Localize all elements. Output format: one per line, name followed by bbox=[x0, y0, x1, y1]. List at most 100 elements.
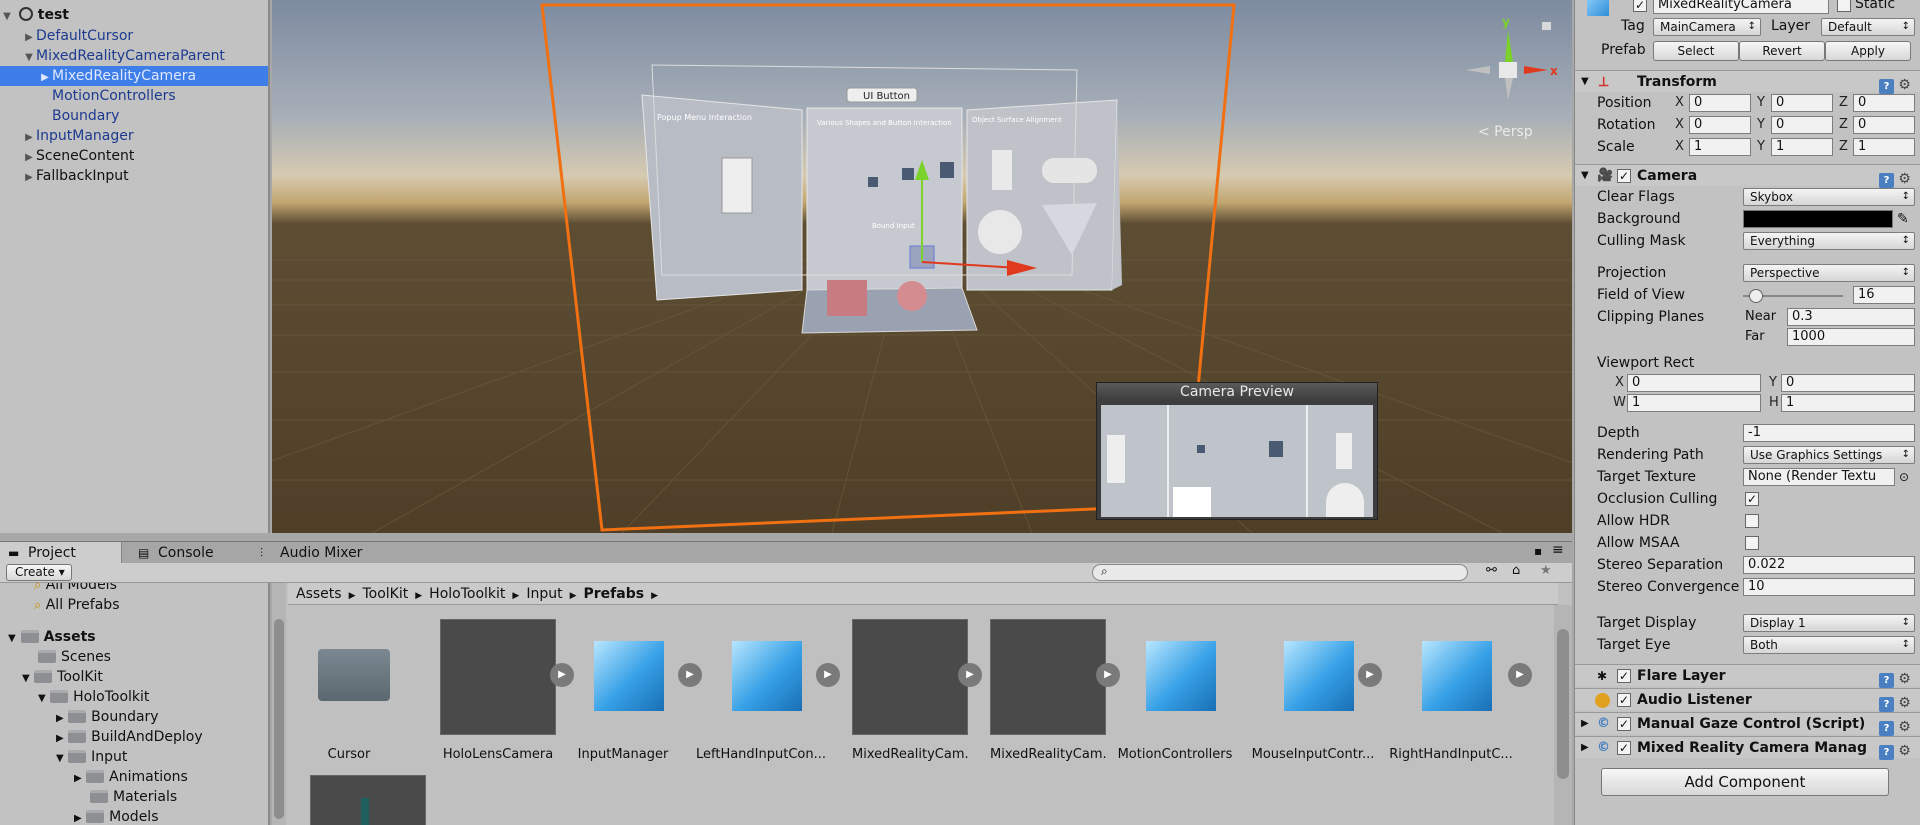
flare-layer-header[interactable]: ✱ ✓ Flare Layer ? ⚙ bbox=[1575, 664, 1920, 688]
prefab-thumbnail[interactable] bbox=[310, 775, 426, 825]
favorite-all-models[interactable]: ⌕ All Models bbox=[34, 583, 117, 595]
play-arrow-icon[interactable]: ▶ bbox=[1508, 663, 1532, 687]
tree-boundary[interactable]: ▶ Boundary bbox=[56, 707, 159, 727]
rotation-y-field[interactable]: 0 bbox=[1771, 116, 1833, 134]
collapse-arrow-icon[interactable]: ▼ bbox=[22, 673, 30, 684]
object-name-field[interactable]: MixedRealityCamera bbox=[1653, 0, 1829, 14]
tab-audio-mixer[interactable]: ⫶ Audio Mixer bbox=[252, 542, 362, 564]
play-arrow-icon[interactable]: ▶ bbox=[1358, 663, 1382, 687]
tree-animations[interactable]: ▶ Animations bbox=[74, 767, 188, 787]
breadcrumb-item[interactable]: Assets bbox=[296, 586, 342, 602]
hierarchy-item-motioncontrollers[interactable]: MotionControllers bbox=[0, 86, 268, 106]
tree-assets[interactable]: ▼ Assets bbox=[8, 627, 96, 647]
collapse-arrow-icon[interactable]: ▼ bbox=[8, 633, 16, 644]
camera-header[interactable]: ▼ 🎥 ✓ Camera ? ⚙ bbox=[1575, 164, 1920, 188]
tree-scenes[interactable]: Scenes bbox=[38, 647, 111, 667]
asset-item[interactable]: ▶ InputManager bbox=[554, 619, 702, 762]
asset-item[interactable]: Cursor bbox=[280, 619, 418, 762]
position-y-field[interactable]: 0 bbox=[1771, 94, 1833, 112]
asset-item[interactable]: ▶ MouseInputContr... bbox=[1244, 619, 1382, 762]
scale-x-field[interactable]: 1 bbox=[1689, 138, 1751, 156]
breadcrumb-item[interactable]: HoloToolkit bbox=[429, 586, 505, 602]
target-texture-field[interactable]: None (Render Textu bbox=[1743, 468, 1895, 486]
eyedropper-icon[interactable]: ✎ bbox=[1897, 208, 1909, 230]
search-input[interactable]: ⌕ bbox=[1092, 564, 1468, 581]
viewport-x-field[interactable]: 0 bbox=[1627, 374, 1761, 392]
background-color-swatch[interactable] bbox=[1743, 210, 1893, 228]
collapse-arrow-icon[interactable]: ▼ bbox=[56, 753, 64, 764]
camera-enabled-checkbox[interactable]: ✓ bbox=[1617, 169, 1631, 183]
allow-hdr-checkbox[interactable] bbox=[1745, 514, 1759, 528]
gear-icon[interactable]: ⚙ bbox=[1897, 78, 1912, 93]
help-icon[interactable]: ? bbox=[1879, 721, 1894, 736]
scale-y-field[interactable]: 1 bbox=[1771, 138, 1833, 156]
target-display-dropdown[interactable]: Display 1 bbox=[1743, 614, 1915, 632]
scene-view[interactable]: Popup Menu Interaction Various Shapes an… bbox=[272, 0, 1572, 533]
breadcrumb-item[interactable]: Prefabs bbox=[584, 586, 645, 602]
help-icon[interactable]: ? bbox=[1879, 673, 1894, 688]
tree-toolkit[interactable]: ▼ ToolKit bbox=[22, 667, 103, 687]
collapse-arrow-icon[interactable]: ▼ bbox=[0, 7, 14, 27]
collapse-arrow-icon[interactable]: ▼ bbox=[1581, 165, 1589, 187]
prefab-apply-button[interactable]: Apply bbox=[1825, 41, 1911, 61]
tree-buildanddeploy[interactable]: ▶ BuildAndDeploy bbox=[56, 727, 203, 747]
filter-type-icon[interactable]: ⚯ bbox=[1486, 563, 1497, 578]
persp-label[interactable]: < Persp bbox=[1478, 124, 1533, 140]
grid-scrollbar[interactable] bbox=[1554, 605, 1572, 825]
lock-icon[interactable]: ▪ bbox=[1534, 544, 1542, 558]
mixed-reality-camera-manager-header[interactable]: ▶ © ✓ Mixed Reality Camera Manag ? ⚙ bbox=[1575, 736, 1920, 760]
asset-item[interactable]: ▶ RightHandInputC... bbox=[1382, 619, 1532, 762]
create-dropdown[interactable]: Create ▾ bbox=[6, 564, 72, 581]
gear-icon[interactable]: ⚙ bbox=[1897, 744, 1912, 759]
expand-arrow-icon[interactable]: ▶ bbox=[38, 68, 52, 88]
manual-gaze-control-header[interactable]: ▶ © ✓ Manual Gaze Control (Script) ? ⚙ bbox=[1575, 712, 1920, 736]
menu-icon[interactable]: ≡ bbox=[1552, 542, 1564, 558]
asset-item[interactable]: ▶ LeftHandInputCon... bbox=[692, 619, 840, 762]
object-picker-icon[interactable]: ⊙ bbox=[1899, 466, 1909, 488]
transform-header[interactable]: ▼ ⟂ Transform ? ⚙ bbox=[1575, 70, 1920, 94]
rotation-z-field[interactable]: 0 bbox=[1853, 116, 1915, 134]
culling-mask-dropdown[interactable]: Everything bbox=[1743, 232, 1915, 250]
asset-item[interactable]: ▶ MixedRealityCam... bbox=[830, 619, 982, 762]
audio-listener-header[interactable]: ✓ Audio Listener ? ⚙ bbox=[1575, 688, 1920, 712]
rotation-x-field[interactable]: 0 bbox=[1689, 116, 1751, 134]
stereo-convergence-field[interactable]: 10 bbox=[1743, 578, 1915, 596]
expand-arrow-icon[interactable]: ▶ bbox=[74, 813, 82, 824]
expand-arrow-icon[interactable]: ▶ bbox=[22, 28, 36, 48]
filter-label-icon[interactable]: ⌂ bbox=[1512, 563, 1520, 578]
expand-arrow-icon[interactable]: ▶ bbox=[22, 148, 36, 168]
position-x-field[interactable]: 0 bbox=[1689, 94, 1751, 112]
expand-arrow-icon[interactable]: ▶ bbox=[56, 713, 64, 724]
target-eye-dropdown[interactable]: Both bbox=[1743, 636, 1915, 654]
hierarchy-item-inputmanager[interactable]: ▶ InputManager bbox=[0, 126, 268, 146]
fov-slider-handle[interactable] bbox=[1749, 289, 1763, 303]
expand-arrow-icon[interactable]: ▶ bbox=[1581, 737, 1589, 759]
tree-models[interactable]: ▶ Models bbox=[74, 807, 158, 825]
occlusion-culling-checkbox[interactable]: ✓ bbox=[1745, 492, 1759, 506]
layer-dropdown[interactable]: Default bbox=[1821, 18, 1915, 36]
allow-msaa-checkbox[interactable] bbox=[1745, 536, 1759, 550]
gear-icon[interactable]: ⚙ bbox=[1897, 696, 1912, 711]
fov-field[interactable]: 16 bbox=[1853, 286, 1915, 304]
expand-arrow-icon[interactable]: ▶ bbox=[56, 733, 64, 744]
collapse-arrow-icon[interactable]: ▼ bbox=[38, 693, 46, 704]
hierarchy-scene-root[interactable]: ▼ test bbox=[0, 5, 268, 25]
help-icon[interactable]: ? bbox=[1879, 697, 1894, 712]
expand-arrow-icon[interactable]: ▶ bbox=[22, 168, 36, 188]
expand-arrow-icon[interactable]: ▶ bbox=[74, 773, 82, 784]
clear-flags-dropdown[interactable]: Skybox bbox=[1743, 188, 1915, 206]
expand-arrow-icon[interactable]: ▶ bbox=[1581, 713, 1589, 735]
position-z-field[interactable]: 0 bbox=[1853, 94, 1915, 112]
hierarchy-item-scenecontent[interactable]: ▶ SceneContent bbox=[0, 146, 268, 166]
tree-materials[interactable]: Materials bbox=[90, 787, 177, 807]
tree-input[interactable]: ▼ Input bbox=[56, 747, 127, 767]
scale-z-field[interactable]: 1 bbox=[1853, 138, 1915, 156]
collapse-arrow-icon[interactable]: ▼ bbox=[22, 48, 36, 68]
viewport-w-field[interactable]: 1 bbox=[1627, 394, 1761, 412]
stereo-separation-field[interactable]: 0.022 bbox=[1743, 556, 1915, 574]
rendering-path-dropdown[interactable]: Use Graphics Settings bbox=[1743, 446, 1915, 464]
mr-camera-manager-checkbox[interactable]: ✓ bbox=[1617, 741, 1631, 755]
audio-listener-checkbox[interactable]: ✓ bbox=[1617, 693, 1631, 707]
static-checkbox[interactable] bbox=[1837, 0, 1851, 12]
gear-icon[interactable]: ⚙ bbox=[1897, 672, 1912, 687]
